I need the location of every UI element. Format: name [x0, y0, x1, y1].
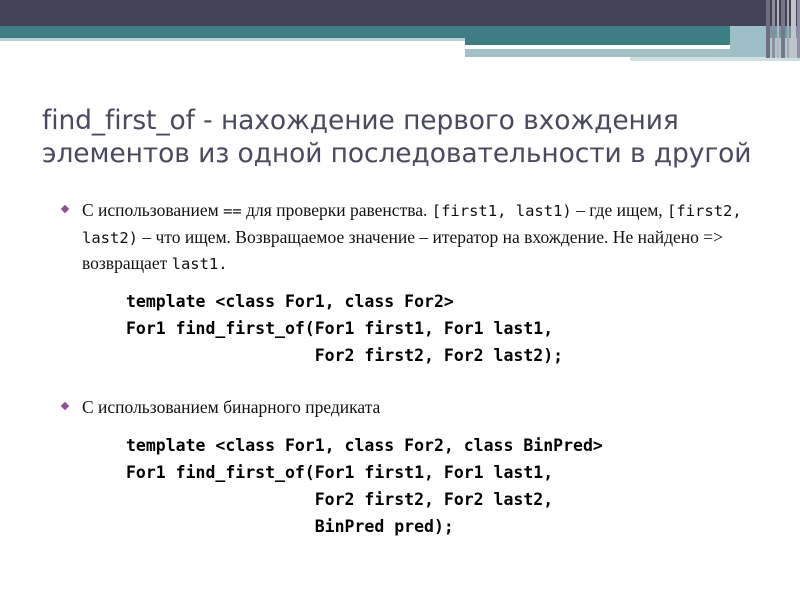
inline-text: для проверки равенства.: [241, 200, 432, 220]
inline-code: [first1, last1): [431, 202, 572, 220]
slide-title: find_first_of - нахождение первого вхожд…: [42, 104, 758, 170]
banner-stripe-3: [777, 0, 779, 58]
code-block-1: template <class For1, class For2> For1 f…: [126, 291, 564, 365]
banner-teal-band: [0, 26, 800, 38]
inline-code: ==: [223, 202, 242, 220]
banner-stripe-2: [772, 0, 775, 58]
bullet-1-text: С использованием == для проверки равенст…: [82, 198, 756, 278]
banner-stripe-4: [781, 0, 785, 58]
slide-title-line-1: find_first_of - нахождение первого вхожд…: [42, 105, 679, 136]
spacer-after-bullet-2: [56, 420, 756, 432]
spacer-between-sections: [56, 369, 756, 395]
slide-body: С использованием == для проверки равенст…: [56, 198, 756, 540]
banner-stripe-1: [766, 0, 770, 58]
inline-text: С использованием бинарного предиката: [82, 396, 381, 417]
inline-code: last1.: [171, 255, 228, 273]
slide-header-banner: [0, 0, 800, 62]
code-block-2: template <class For1, class For2, class …: [126, 436, 603, 536]
bullet-marker-icon: [60, 204, 70, 214]
banner-stripe-5: [787, 0, 789, 58]
inline-text: С использованием: [82, 200, 224, 220]
banner-navy-band: [0, 0, 800, 26]
bullet-marker-icon: [60, 401, 70, 410]
banner-stripe-6: [791, 0, 796, 58]
bullet-2-text: С использованием бинарного предиката: [82, 395, 756, 421]
spacer-after-bullet-1: [56, 278, 756, 288]
slide-title-line-2: элементов из одной последовательности в …: [42, 138, 752, 169]
inline-text: – где ищем,: [571, 200, 668, 220]
bullet-item-1: С использованием == для проверки равенст…: [56, 198, 756, 278]
bullet-item-2: С использованием бинарного предиката: [56, 395, 756, 421]
